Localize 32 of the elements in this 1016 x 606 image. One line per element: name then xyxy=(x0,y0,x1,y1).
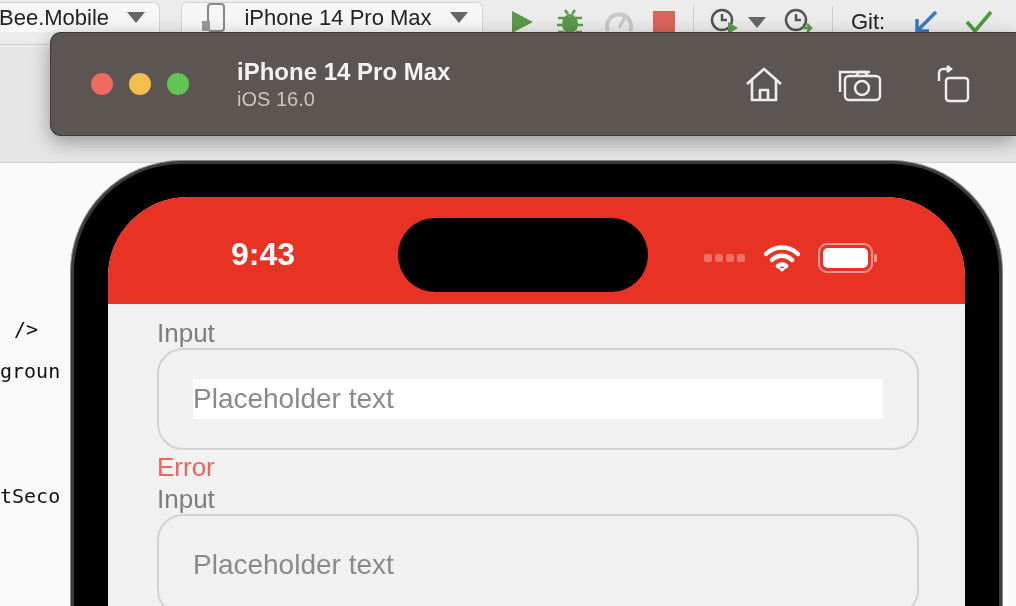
status-time: 9:43 xyxy=(229,236,296,273)
text-field[interactable]: Placeholder text xyxy=(157,348,919,450)
check-icon[interactable] xyxy=(965,10,994,34)
caret-icon xyxy=(450,12,468,23)
zoom-button[interactable] xyxy=(167,73,189,95)
input-field[interactable]: Placeholder text xyxy=(193,545,883,585)
play-icon[interactable] xyxy=(509,9,535,35)
signal-icon xyxy=(704,253,746,263)
field-label: Input xyxy=(157,484,215,514)
gauge-icon[interactable] xyxy=(605,9,633,35)
arrow-icon[interactable] xyxy=(913,9,940,35)
vcs-label: Git: xyxy=(851,9,886,35)
caret-icon xyxy=(748,16,766,28)
code-line: /> xyxy=(13,317,39,341)
device-dropdown[interactable]: iPhone 14 Pro Max xyxy=(181,2,483,32)
home-icon[interactable] xyxy=(744,66,784,102)
rotate-icon[interactable] xyxy=(936,65,970,103)
stop-icon[interactable] xyxy=(653,11,675,33)
text-field[interactable]: Placeholder text xyxy=(157,514,919,606)
input-field[interactable]: Placeholder text xyxy=(193,379,883,419)
field-label: Input xyxy=(157,318,215,348)
code-line: groun xyxy=(0,359,61,383)
battery-icon xyxy=(818,243,878,273)
code-line: tSeco xyxy=(0,484,61,508)
wifi-icon xyxy=(764,244,800,272)
window-subtitle: iOS 16.0 xyxy=(237,87,316,111)
phone-icon xyxy=(200,2,226,33)
caret-icon xyxy=(127,12,145,23)
error-message: Error xyxy=(157,451,215,484)
minimize-button[interactable] xyxy=(129,73,151,95)
window-title: iPhone 14 Pro Max xyxy=(237,57,452,86)
run-config-dropdown[interactable]: Bee.Mobile xyxy=(0,2,160,32)
